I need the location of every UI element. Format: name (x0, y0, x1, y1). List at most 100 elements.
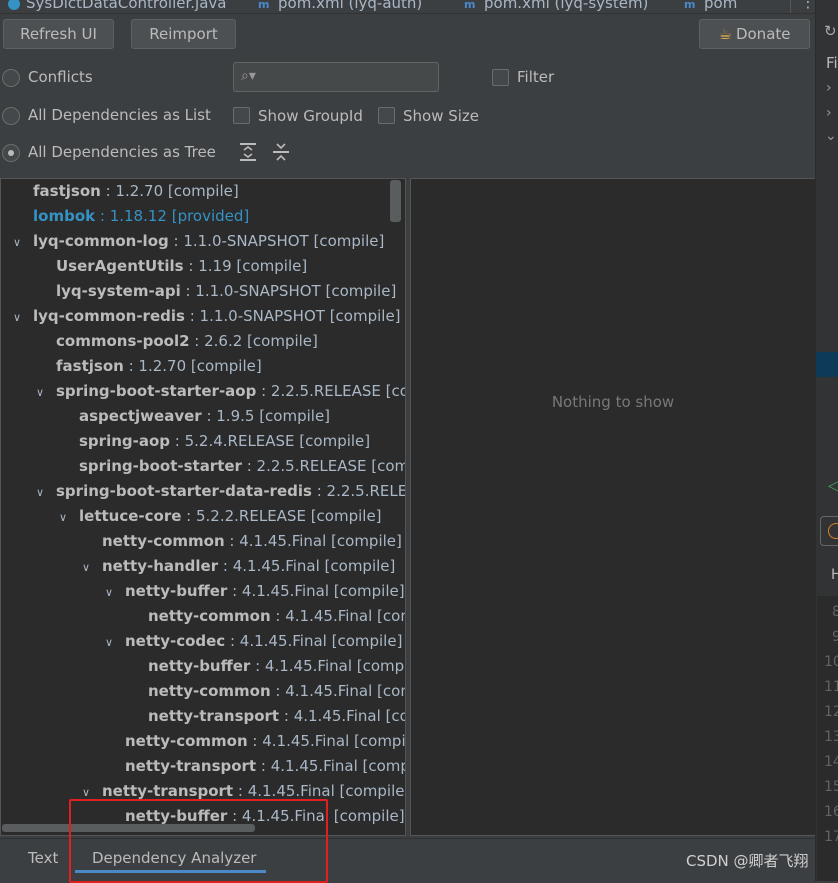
donate-button[interactable]: ☕ Donate (699, 19, 810, 49)
warning-icon (828, 523, 838, 539)
artifact-version-scope: : 4.1.45.Final [compile] (227, 582, 405, 600)
artifact-name: lyq-common-redis (33, 307, 185, 325)
editor-tab-label: pom.xml (lyq-system) (484, 0, 649, 12)
tree-row[interactable]: ∨ spring-boot-starter-data-redis : 2.2.5.… (34, 479, 405, 505)
artifact-name: netty-common (125, 732, 248, 750)
chevron-down-icon[interactable]: ∨ (57, 505, 69, 530)
tree-row[interactable]: spring-boot-starter : 2.2.5.RELEASE [com… (57, 454, 406, 479)
tree-row[interactable]: netty-common : 4.1.45.Final [compile] (80, 529, 402, 554)
tree-row[interactable]: spring-aop : 5.2.4.RELEASE [compile] (57, 429, 370, 454)
artifact-version-scope: : 2.2.5.RELEASE [com (261, 382, 405, 400)
tab-text[interactable]: Text (28, 849, 58, 867)
tree-row[interactable]: lombok : 1.18.12 [provided] (11, 204, 249, 229)
chevron-down-icon[interactable]: ∨ (34, 480, 46, 505)
artifact-name: lyq-common-log (33, 232, 169, 250)
show-groupid-checkbox[interactable] (233, 107, 250, 124)
editor-tab-pom[interactable]: m pom (684, 0, 737, 13)
chevron-right-icon[interactable]: › (826, 80, 832, 96)
radio-selected-dot (8, 150, 14, 156)
filter-checkbox[interactable] (492, 69, 509, 86)
tree-vertical-scrollbar[interactable] (390, 180, 401, 222)
refresh-ui-button[interactable]: Refresh UI (3, 19, 114, 49)
tree-row[interactable]: netty-transport : 4.1.45.Final [compil (103, 754, 406, 779)
tree-row[interactable]: ∨ lyq-common-redis : 1.1.0-SNAPSHOT [comp… (11, 304, 401, 329)
tree-mode-radio[interactable] (2, 144, 20, 162)
show-groupid-label: Show GroupId (258, 107, 363, 125)
tree-row[interactable]: netty-transport : 4.1.45.Final [con (126, 704, 405, 729)
tree-row[interactable]: ∨ spring-boot-starter-aop : 2.2.5.RELEASE… (34, 379, 405, 405)
tree-row[interactable]: netty-common : 4.1.45.Final [compil (103, 729, 405, 754)
expand-all-icon[interactable] (239, 141, 257, 163)
tree-row[interactable]: netty-common : 4.1.45.Final [com (126, 604, 405, 629)
artifact-version-scope: : 5.2.2.RELEASE [compile] (181, 507, 382, 525)
artifact-name: fastjson (56, 357, 124, 375)
maven-icon: m (684, 0, 696, 11)
conflicts-radio[interactable] (2, 69, 20, 87)
chevron-down-icon[interactable]: ⌄ (825, 128, 837, 144)
artifact-name: netty-common (148, 607, 271, 625)
artifact-name: fastjson (33, 182, 101, 200)
chevron-right-icon[interactable]: › (826, 105, 832, 121)
tree-row[interactable]: commons-pool2 : 2.6.2 [compile] (34, 329, 318, 354)
artifact-name: spring-boot-starter-aop (56, 382, 257, 400)
tree-row[interactable]: netty-common : 4.1.45.Final [com (126, 679, 405, 704)
dependency-tree-panel[interactable]: fastjson : 1.2.70 [compile] lombok : 1.18… (0, 178, 406, 836)
badge-button[interactable] (820, 516, 838, 546)
editor-tab-pom-auth[interactable]: m pom.xml (lyq-auth) (258, 0, 456, 13)
artifact-name: spring-aop (79, 432, 171, 450)
artifact-version-scope: : 2.2.5.RELEASE [compi (241, 457, 406, 475)
tree-row[interactable]: aspectjweaver : 1.9.5 [compile] (57, 404, 330, 429)
tree-row[interactable]: ∨ netty-buffer : 4.1.45.Final [compile] (103, 579, 405, 604)
collapse-all-icon[interactable] (272, 141, 290, 163)
artifact-name: lombok (33, 207, 96, 225)
artifact-name: lettuce-core (79, 507, 182, 525)
strip-title: Fi (826, 54, 838, 72)
watermark: CSDN @卿者飞翔 (686, 852, 809, 870)
artifact-name: netty-common (102, 532, 225, 550)
maven-icon: m (258, 0, 270, 11)
tree-row[interactable]: lyq-system-api : 1.1.0-SNAPSHOT [compile… (34, 279, 396, 304)
tree-row[interactable]: fastjson : 1.2.70 [compile] (11, 179, 239, 204)
chevron-down-icon[interactable]: ∨ (103, 630, 115, 655)
tree-row[interactable]: ∨ netty-codec : 4.1.45.Final [compile] (103, 629, 402, 654)
editor-tab-pom-system[interactable]: m pom.xml (lyq-system) (464, 0, 648, 13)
artifact-version-scope: : 1.19 [compile] (183, 257, 308, 275)
reimport-button[interactable]: Reimport (131, 19, 236, 49)
chevron-down-icon[interactable]: ∨ (34, 380, 46, 405)
list-mode-radio[interactable] (2, 107, 20, 125)
show-size-checkbox[interactable] (378, 107, 395, 124)
tree-row[interactable]: ∨ netty-handler : 4.1.45.Final [compile] (80, 554, 395, 579)
strip-h-label: H (831, 567, 838, 583)
line-number: 12 (824, 704, 838, 720)
tree-row[interactable]: UserAgentUtils : 1.19 [compile] (34, 254, 307, 279)
artifact-version-scope: : 4.1.45.Final [compil (250, 657, 406, 675)
refresh-icon[interactable]: ↻ (824, 22, 837, 40)
chevron-down-icon[interactable]: ∨ (80, 555, 92, 580)
list-mode-label: All Dependencies as List (28, 106, 211, 124)
chevron-down-icon[interactable]: ∨ (11, 305, 23, 330)
editor-tab-label: pom (704, 0, 738, 12)
chevron-down-icon[interactable]: ∨ (103, 580, 115, 605)
artifact-name: commons-pool2 (56, 332, 190, 350)
search-input[interactable]: ⌕▾ (233, 62, 439, 92)
line-number: 15 (824, 779, 838, 795)
tree-mode-label: All Dependencies as Tree (28, 143, 216, 161)
artifact-version-scope: : 1.1.0-SNAPSHOT [compile] (168, 232, 385, 250)
tree-row[interactable]: ∨ lyq-common-log : 1.1.0-SNAPSHOT [compil… (11, 229, 384, 254)
artifact-version-scope: : 4.1.45.Final [compil (256, 757, 406, 775)
artifact-name: spring-boot-starter-data-redis (56, 482, 312, 500)
adjacent-panel-strip: ↻ Fi › › ⌄ ◁ H 8 9 10 11 12 13 14 15 16 … (815, 0, 838, 881)
editor-tab-label: SysDictDataController.java (26, 0, 227, 12)
search-field[interactable] (264, 66, 436, 88)
more-tabs-icon[interactable]: ⋮ (800, 0, 815, 11)
chevron-down-icon[interactable]: ∨ (11, 230, 23, 255)
tree-row[interactable]: fastjson : 1.2.70 [compile] (34, 354, 262, 379)
line-number: 11 (824, 679, 838, 695)
editor-tab-controller[interactable]: SysDictDataController.java (8, 0, 226, 13)
tree-row[interactable]: netty-buffer : 4.1.45.Final [compil (126, 654, 406, 679)
selected-row-highlight (816, 352, 838, 377)
editor-tab-strip: SysDictDataController.java m pom.xml (lyq… (0, 0, 815, 14)
donate-label: Donate (735, 25, 791, 43)
conflicts-label: Conflicts (28, 68, 93, 86)
tree-row[interactable]: ∨ lettuce-core : 5.2.2.RELEASE [compile] (57, 504, 382, 529)
